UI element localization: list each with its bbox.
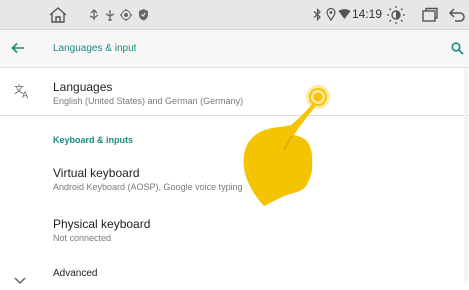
physical-keyboard-title: Physical keyboard (53, 217, 151, 231)
status-bar: 14:19 (0, 0, 469, 30)
search-icon[interactable] (446, 35, 468, 61)
list-item-physical-keyboard[interactable]: Physical keyboard Not connected (0, 208, 469, 253)
languages-subtitle: English (United States) and German (Germ… (53, 96, 244, 106)
app-bar: Languages & input (0, 30, 469, 68)
location-icon (325, 0, 337, 29)
wifi-icon (337, 0, 351, 29)
virtual-keyboard-title: Virtual keyboard (53, 166, 140, 180)
chevron-down-icon (14, 272, 26, 290)
physical-keyboard-subtitle: Not connected (53, 233, 112, 243)
scrollbar-track[interactable] (464, 68, 468, 283)
svg-text:A: A (22, 91, 29, 99)
recent-apps-icon[interactable] (420, 0, 440, 29)
section-header-keyboard: Keyboard & inputs (53, 135, 134, 145)
list-item-languages[interactable]: 文A Languages English (United States) and… (0, 68, 469, 115)
list-item-advanced[interactable]: Advanced (0, 260, 469, 285)
shield-icon (136, 0, 150, 29)
section-divider (0, 115, 469, 116)
page-title: Languages & input (53, 43, 137, 54)
advanced-title: Advanced (53, 268, 98, 279)
back-arrow-icon[interactable] (447, 0, 467, 29)
status-clock: 14:19 (352, 7, 383, 21)
usb-connected-icon (103, 0, 117, 29)
home-outline-icon[interactable] (46, 0, 70, 29)
languages-title: Languages (53, 80, 113, 94)
nfc-icon (118, 0, 134, 29)
arrow-back-icon[interactable] (4, 34, 32, 62)
usb-icon (87, 0, 101, 29)
list-item-virtual-keyboard[interactable]: Virtual keyboard Android Keyboard (AOSP)… (0, 158, 469, 203)
bluetooth-icon (311, 0, 323, 29)
virtual-keyboard-subtitle: Android Keyboard (AOSP), Google voice ty… (53, 182, 243, 192)
brightness-icon[interactable] (384, 0, 408, 29)
translate-icon: 文A (14, 83, 32, 104)
